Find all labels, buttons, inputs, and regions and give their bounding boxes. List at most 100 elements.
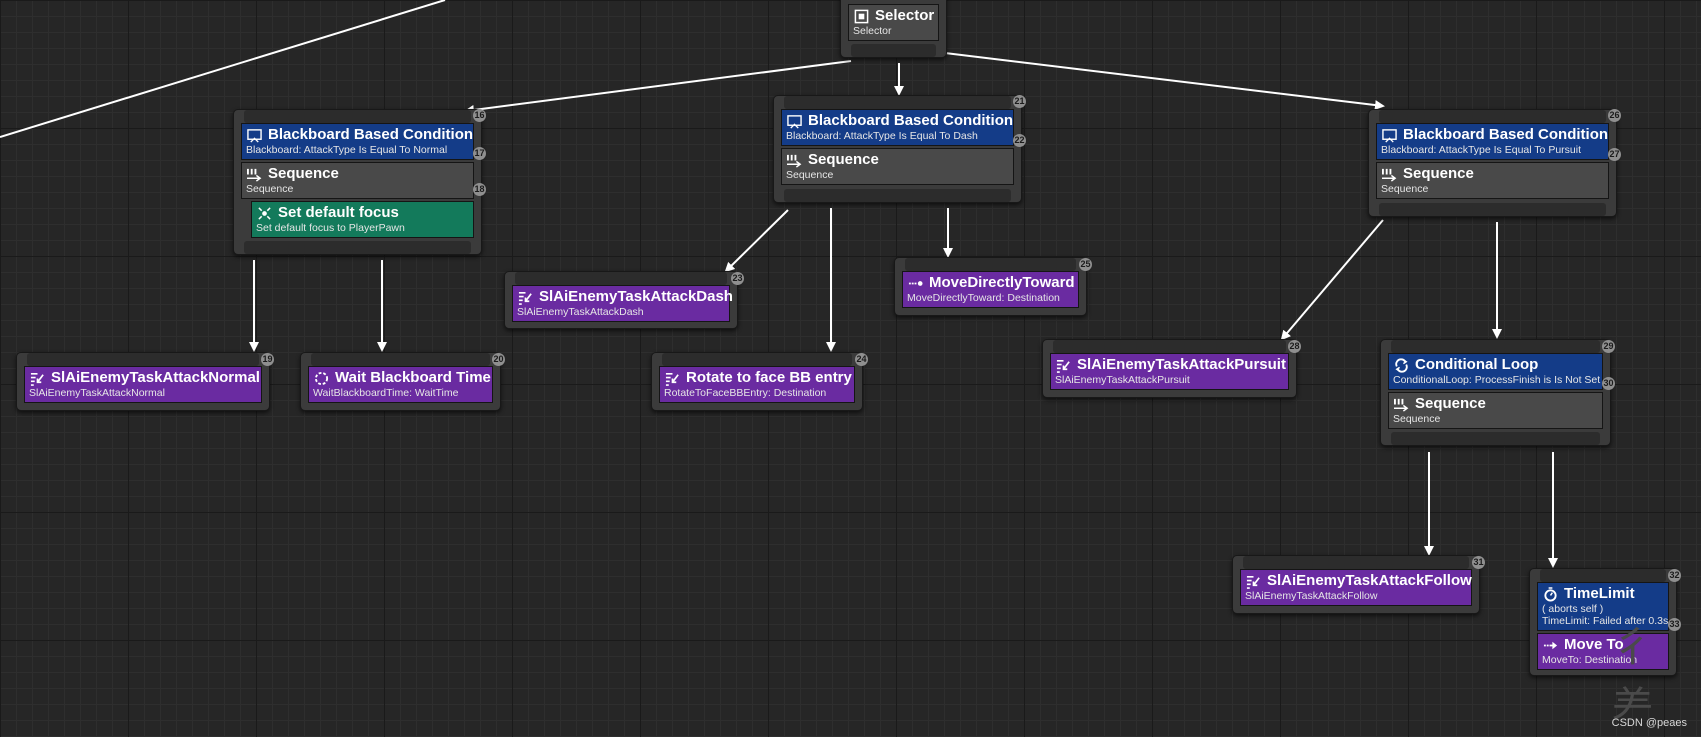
service-subtitle: Set default focus to PlayerPawn (256, 222, 405, 234)
sequence-composite[interactable]: Sequence Sequence (781, 148, 1014, 185)
task-move-directly-node[interactable]: MoveDirectlyToward MoveDirectlyToward: D… (894, 257, 1092, 316)
task-title: SlAiEnemyTaskAttackNormal (51, 369, 260, 386)
sequence-composite[interactable]: Sequence Sequence (1388, 392, 1603, 429)
loop-decorator[interactable]: Conditional Loop ConditionalLoop: Proces… (1388, 353, 1603, 390)
loop-icon (1395, 357, 1408, 373)
task-subtitle: WaitBlackboardTime: WaitTime (313, 387, 459, 399)
input-pin[interactable] (662, 353, 852, 366)
execution-index-badge: 22 (1013, 134, 1026, 147)
task-subtitle: RotateToFaceBBEntry: Destination (664, 387, 827, 399)
task-title: SlAiEnemyTaskAttackPursuit (1077, 356, 1286, 373)
task-icon (30, 372, 44, 386)
decorator-icon (1382, 128, 1397, 143)
task-icon (1056, 359, 1070, 373)
selector-node[interactable]: Selector Selector (840, 0, 947, 58)
composite-subtitle: Sequence (1381, 183, 1429, 195)
wire-26-28 (1280, 219, 1384, 341)
composite-title: Sequence (1403, 165, 1474, 182)
sequence-icon (787, 154, 802, 168)
selector-composite[interactable]: Selector Selector (848, 4, 939, 41)
execution-index-badge: 16 (473, 109, 486, 122)
branch-dash-node[interactable]: Blackboard Based Condition Blackboard: A… (773, 95, 1026, 203)
input-pin[interactable] (905, 258, 1076, 271)
sequence-composite[interactable]: Sequence Sequence (241, 162, 474, 199)
decorator-title: Blackboard Based Condition (808, 112, 1014, 129)
task-section[interactable]: SlAiEnemyTaskAttackFollow SlAiEnemyTaskA… (1240, 569, 1472, 606)
execution-index-badge: 17 (473, 147, 486, 160)
branch-pursuit-node[interactable]: Blackboard Based Condition Blackboard: A… (1368, 109, 1621, 217)
blackboard-decorator[interactable]: Blackboard Based Condition Blackboard: A… (241, 123, 474, 160)
task-title: MoveDirectlyToward (929, 274, 1075, 291)
input-pin[interactable] (1053, 340, 1286, 353)
execution-index-badge: 29 (1602, 340, 1615, 353)
composite-subtitle: Sequence (786, 169, 834, 181)
execution-index-badge: 30 (1602, 377, 1615, 390)
focus-service[interactable]: Set default focus Set default focus to P… (251, 201, 474, 238)
task-section[interactable]: SlAiEnemyTaskAttackPursuit SlAiEnemyTask… (1050, 353, 1289, 390)
output-pin[interactable] (244, 241, 471, 254)
task-section[interactable]: SlAiEnemyTaskAttackDash SlAiEnemyTaskAtt… (512, 285, 733, 322)
task-subtitle: SlAiEnemyTaskAttackDash (517, 306, 644, 318)
selector-subtitle: Selector (853, 25, 892, 37)
sequence-composite[interactable]: Sequence Sequence (1376, 162, 1609, 199)
input-pin[interactable] (27, 353, 259, 366)
composite-title: Sequence (808, 151, 879, 168)
input-pin[interactable] (311, 353, 490, 366)
input-pin[interactable] (784, 96, 1011, 109)
input-pin[interactable] (1243, 556, 1469, 569)
decorator-subtitle: ConditionalLoop: ProcessFinish is Is Not… (1393, 374, 1601, 386)
task-subtitle: SlAiEnemyTaskAttackPursuit (1055, 374, 1190, 386)
task-title: SlAiEnemyTaskAttackDash (539, 288, 733, 305)
task-section[interactable]: Rotate to face BB entry RotateToFaceBBEn… (659, 366, 855, 403)
execution-index-badge: 21 (1013, 95, 1026, 108)
input-pin[interactable] (1379, 110, 1606, 123)
task-attack-pursuit-node[interactable]: SlAiEnemyTaskAttackPursuit SlAiEnemyTask… (1042, 339, 1301, 398)
output-pin[interactable] (851, 44, 936, 57)
output-pin[interactable] (1379, 203, 1606, 216)
task-subtitle: SlAiEnemyTaskAttackNormal (29, 387, 165, 399)
task-subtitle: SlAiEnemyTaskAttackFollow (1245, 590, 1378, 602)
composite-title: Sequence (268, 165, 339, 182)
move-icon (1543, 641, 1558, 649)
execution-index-badge: 25 (1079, 258, 1092, 271)
task-attack-follow-node[interactable]: SlAiEnemyTaskAttackFollow SlAiEnemyTaskA… (1232, 555, 1485, 614)
selector-title: Selector (875, 7, 935, 24)
move-icon (908, 280, 923, 286)
wire-21-23 (724, 209, 789, 273)
watermark-text: CSDN @peaes (1611, 717, 1687, 729)
input-pin[interactable] (244, 110, 471, 123)
execution-index-badge: 18 (473, 183, 486, 196)
decorator-title: Blackboard Based Condition (268, 126, 474, 143)
output-pin[interactable] (784, 189, 1011, 202)
task-section[interactable]: Wait Blackboard Time WaitBlackboardTime:… (308, 366, 493, 403)
execution-index-badge: 31 (1472, 556, 1485, 569)
task-title: Wait Blackboard Time (335, 369, 491, 386)
task-attack-dash-node[interactable]: SlAiEnemyTaskAttackDash SlAiEnemyTaskAtt… (504, 271, 744, 329)
service-title: Set default focus (278, 204, 399, 221)
blackboard-decorator[interactable]: Blackboard Based Condition Blackboard: A… (1376, 123, 1609, 160)
execution-index-badge: 32 (1668, 569, 1681, 582)
task-rotate-node[interactable]: Rotate to face BB entry RotateToFaceBBEn… (651, 352, 868, 411)
input-pin[interactable] (1540, 569, 1666, 582)
sequence-icon (1394, 398, 1409, 412)
decorator-subtitle: Blackboard: AttackType Is Equal To Pursu… (1381, 144, 1581, 156)
execution-index-badge: 26 (1608, 109, 1621, 122)
task-attack-normal-node[interactable]: SlAiEnemyTaskAttackNormal SlAiEnemyTaskA… (16, 352, 274, 411)
conditional-loop-node[interactable]: Conditional Loop ConditionalLoop: Proces… (1380, 339, 1615, 446)
composite-subtitle: Sequence (1393, 413, 1441, 425)
wait-icon (314, 371, 329, 385)
input-pin[interactable] (515, 272, 727, 285)
selector-icon (854, 9, 869, 23)
timer-icon (1544, 586, 1557, 602)
output-pin[interactable] (1391, 432, 1600, 445)
task-section[interactable]: SlAiEnemyTaskAttackNormal SlAiEnemyTaskA… (24, 366, 262, 403)
task-section[interactable]: MoveDirectlyToward MoveDirectlyToward: D… (902, 271, 1079, 308)
input-pin[interactable] (1391, 340, 1600, 353)
task-wait-node[interactable]: Wait Blackboard Time WaitBlackboardTime:… (300, 352, 505, 411)
branch-normal-node[interactable]: Blackboard Based Condition Blackboard: A… (233, 109, 486, 255)
blackboard-decorator[interactable]: Blackboard Based Condition Blackboard: A… (781, 109, 1014, 146)
execution-index-badge: 24 (855, 353, 868, 366)
decorator-subtitle: Blackboard: AttackType Is Equal To Norma… (246, 144, 448, 156)
execution-index-badge: 20 (492, 353, 505, 366)
task-title: SlAiEnemyTaskAttackFollow (1267, 572, 1472, 589)
